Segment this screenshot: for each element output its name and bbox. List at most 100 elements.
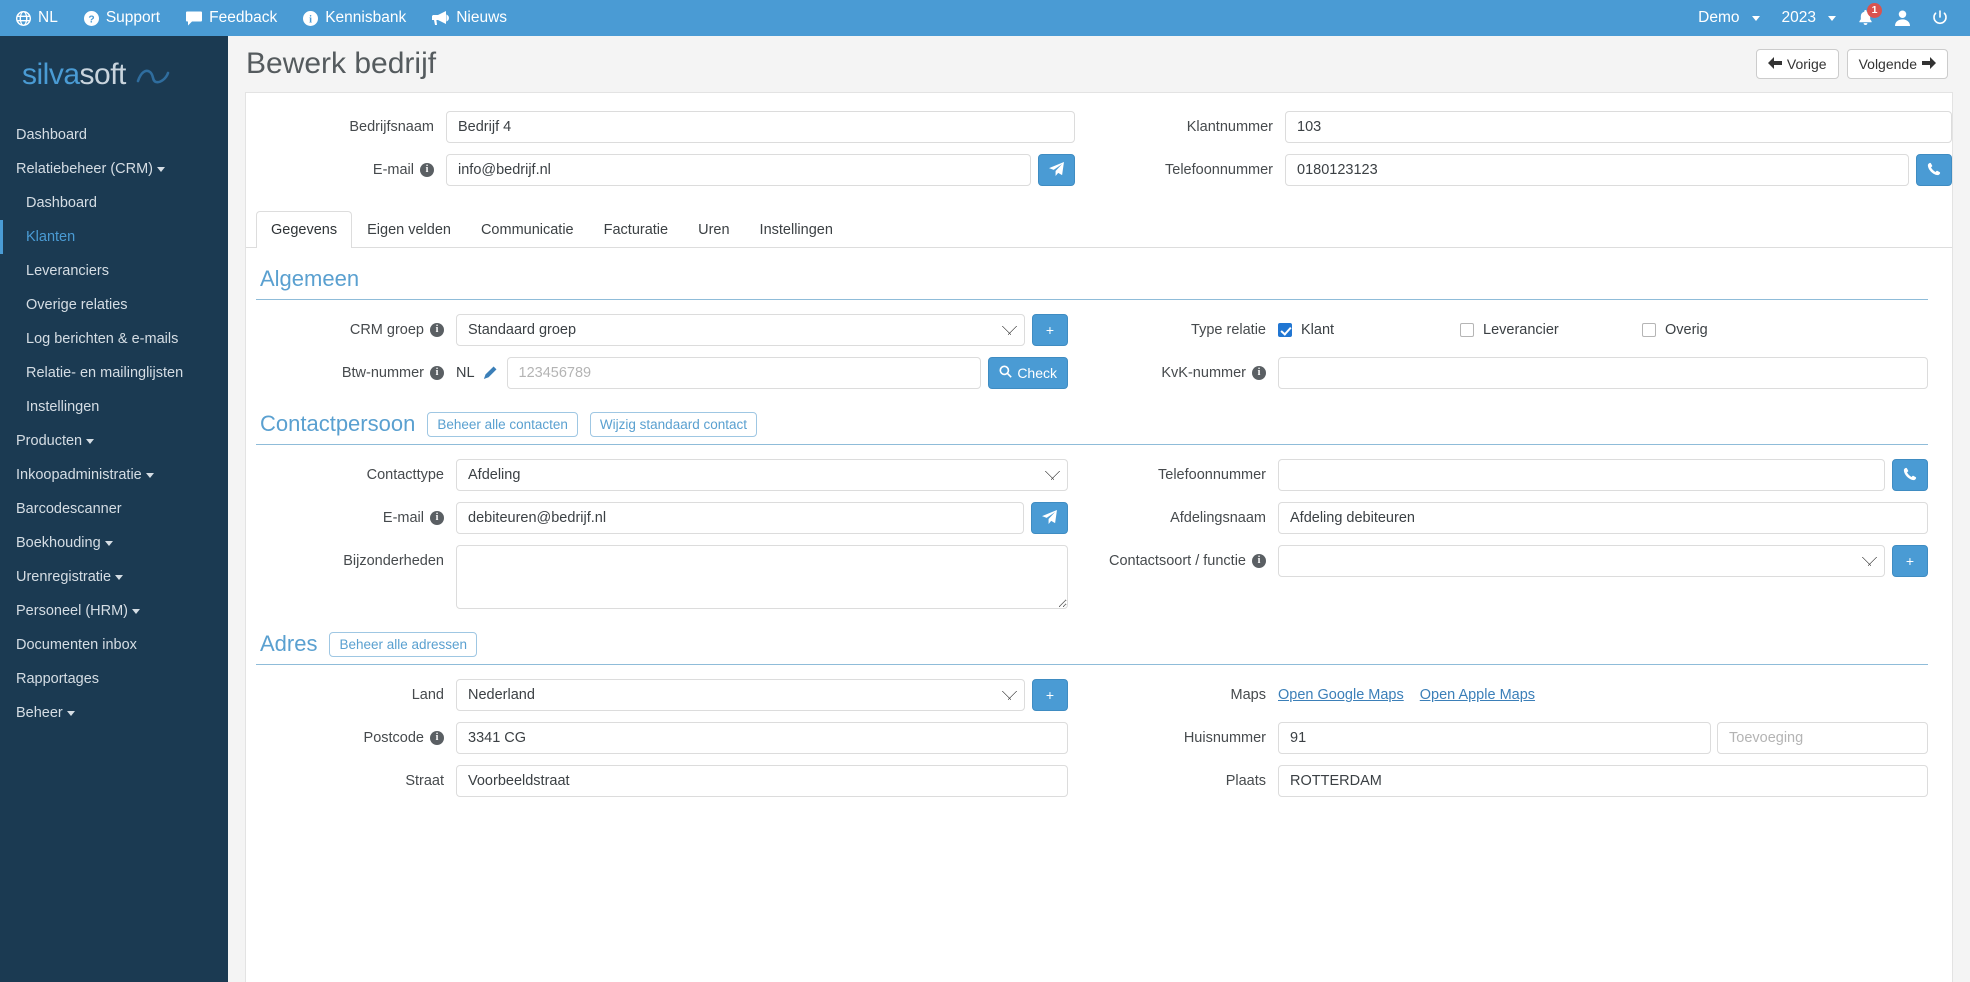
tab-gegevens[interactable]: Gegevens	[256, 211, 353, 248]
afdelingsnaam-input[interactable]	[1278, 502, 1928, 534]
user-profile-button[interactable]	[1895, 10, 1910, 26]
land-label: Land	[411, 687, 444, 703]
contacttype-select[interactable]: Afdeling	[456, 459, 1068, 491]
toevoeging-input[interactable]	[1717, 722, 1928, 754]
support-link[interactable]: ? Support	[83, 9, 160, 27]
info-icon[interactable]: i	[1252, 554, 1266, 568]
checkbox[interactable]	[1642, 323, 1656, 337]
logout-button[interactable]	[1932, 10, 1948, 26]
huisnummer-input[interactable]	[1278, 722, 1711, 754]
tab-facturatie[interactable]: Facturatie	[589, 211, 683, 248]
postcode-input[interactable]	[456, 722, 1068, 754]
info-icon[interactable]: i	[1252, 366, 1266, 380]
send-email-button[interactable]	[1038, 154, 1075, 186]
add-contactsoort-button[interactable]: +	[1892, 545, 1928, 577]
klantnummer-input[interactable]	[1285, 111, 1952, 143]
contacttype-label: Contacttype	[366, 467, 444, 483]
open-google-maps-link[interactable]: Open Google Maps	[1278, 687, 1404, 703]
type-relatie-option-label: Overig	[1665, 322, 1708, 338]
kennisbank-link[interactable]: i Kennisbank	[303, 9, 406, 27]
straat-input[interactable]	[456, 765, 1068, 797]
sidebar-item-urenregistratie[interactable]: Urenregistratie	[0, 560, 228, 594]
sidebar-item-instellingen[interactable]: Instellingen	[0, 390, 228, 424]
year-selector[interactable]: 2023	[1782, 9, 1836, 27]
type-relatie-option-leverancier[interactable]: Leverancier	[1460, 322, 1642, 338]
kennisbank-label: Kennisbank	[325, 9, 407, 26]
add-land-button[interactable]: +	[1032, 679, 1068, 711]
afdelingsnaam-label: Afdelingsnaam	[1170, 510, 1266, 526]
contactsoort-label: Contactsoort / functie	[1108, 553, 1246, 569]
previous-button[interactable]: Vorige	[1755, 49, 1839, 79]
email-input[interactable]	[446, 154, 1031, 186]
info-icon[interactable]: i	[430, 511, 444, 525]
type-relatie-option-klant[interactable]: Klant	[1278, 322, 1460, 338]
sidebar-item-rapportages[interactable]: Rapportages	[0, 662, 228, 696]
sidebar-item-relatiebeheer-crm[interactable]: Relatiebeheer (CRM)	[0, 152, 228, 186]
call-contact-button[interactable]	[1892, 459, 1928, 491]
info-circle-icon: i	[303, 10, 319, 26]
plaats-input[interactable]	[1278, 765, 1928, 797]
app-logo[interactable]: silvasoft	[0, 36, 228, 118]
land-select[interactable]: Nederland	[456, 679, 1025, 711]
page-header: Bewerk bedrijf Vorige Volgende	[228, 36, 1970, 92]
sidebar-item-boekhouding[interactable]: Boekhouding	[0, 526, 228, 560]
next-button[interactable]: Volgende	[1846, 49, 1948, 79]
tab-instellingen[interactable]: Instellingen	[745, 211, 848, 248]
sidebar-item-beheer[interactable]: Beheer	[0, 696, 228, 730]
sidebar-item-dashboard[interactable]: Dashboard	[0, 118, 228, 152]
sidebar-item-inkoopadministratie[interactable]: Inkoopadministratie	[0, 458, 228, 492]
feedback-link[interactable]: Feedback	[186, 9, 277, 27]
sidebar-item-dashboard[interactable]: Dashboard	[0, 186, 228, 220]
field-kvk-nummer: KvK-nummer i	[1092, 357, 1928, 389]
edit-pencil-icon[interactable]	[483, 366, 497, 380]
manage-addresses-button[interactable]: Beheer alle adressen	[329, 631, 478, 657]
change-default-contact-button[interactable]: Wijzig standaard contact	[589, 411, 757, 437]
btw-nummer-input[interactable]	[506, 357, 982, 389]
kvk-nummer-input[interactable]	[1278, 357, 1928, 389]
bedrijfsnaam-input[interactable]	[446, 111, 1075, 143]
sidebar-item-klanten[interactable]: Klanten	[0, 220, 228, 254]
form-row-btw-kvk: Btw-nummer i NL Check	[256, 357, 1928, 389]
contact-telefoonnummer-input[interactable]	[1278, 459, 1885, 491]
tab-eigen-velden[interactable]: Eigen velden	[352, 211, 466, 248]
manage-contacts-button[interactable]: Beheer alle contacten	[427, 411, 578, 437]
sidebar-item-barcodescanner[interactable]: Barcodescanner	[0, 492, 228, 526]
checkbox[interactable]	[1278, 323, 1292, 337]
contact-email-input[interactable]	[456, 502, 1024, 534]
tab-communicatie[interactable]: Communicatie	[466, 211, 589, 248]
crm-groep-select[interactable]: Standaard groep	[456, 314, 1025, 346]
tab-uren[interactable]: Uren	[683, 211, 744, 248]
open-apple-maps-link[interactable]: Open Apple Maps	[1420, 687, 1535, 703]
type-relatie-option-overig[interactable]: Overig	[1642, 322, 1824, 338]
sidebar-item-log-berichten-e-mails[interactable]: Log berichten & e-mails	[0, 322, 228, 356]
info-icon[interactable]: i	[430, 323, 444, 337]
type-relatie-label: Type relatie	[1191, 322, 1266, 338]
sidebar-item-relatie-en-mailinglijsten[interactable]: Relatie- en mailinglijsten	[0, 356, 228, 390]
check-btw-button[interactable]: Check	[988, 357, 1068, 389]
nieuws-link[interactable]: Nieuws	[432, 9, 507, 27]
contactsoort-select[interactable]	[1278, 545, 1885, 577]
info-icon[interactable]: i	[430, 731, 444, 745]
search-icon	[999, 365, 1013, 381]
field-contactsoort: Contactsoort / functie i +	[1092, 545, 1928, 577]
language-selector-nl[interactable]: NL	[16, 9, 58, 27]
account-menu[interactable]: Demo	[1698, 9, 1760, 27]
send-contact-email-button[interactable]	[1031, 502, 1068, 534]
notifications-button[interactable]: 1	[1858, 3, 1882, 26]
top-nav-right-group: Demo 2023 1	[1698, 3, 1948, 27]
sidebar-item-producten[interactable]: Producten	[0, 424, 228, 458]
bijzonderheden-textarea[interactable]	[456, 545, 1068, 609]
info-icon[interactable]: i	[430, 366, 444, 380]
field-contact-telefoonnummer: Telefoonnummer	[1092, 459, 1928, 491]
checkbox[interactable]	[1460, 323, 1474, 337]
add-crm-groep-button[interactable]: +	[1032, 314, 1068, 346]
sidebar-item-documenten-inbox[interactable]: Documenten inbox	[0, 628, 228, 662]
email-label: E-mail	[372, 162, 414, 178]
sidebar-item-leveranciers[interactable]: Leveranciers	[0, 254, 228, 288]
sidebar-item-overige-relaties[interactable]: Overige relaties	[0, 288, 228, 322]
info-icon[interactable]: i	[420, 163, 434, 177]
sidebar-item-personeel-hrm[interactable]: Personeel (HRM)	[0, 594, 228, 628]
telefoonnummer-input[interactable]	[1285, 154, 1909, 186]
chevron-down-icon	[104, 540, 113, 546]
call-phone-button[interactable]	[1916, 154, 1952, 186]
